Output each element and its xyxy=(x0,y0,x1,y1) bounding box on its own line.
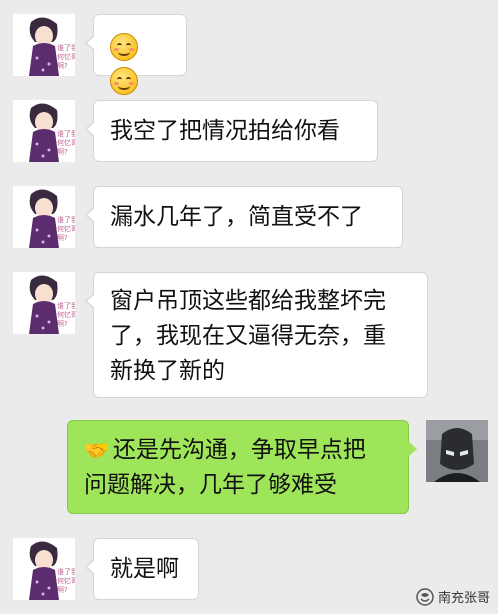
message-text-line: 窗户吊顶这些都给我整坏完 xyxy=(110,288,386,314)
message-text: 我空了把情况拍给你看 xyxy=(110,118,340,144)
svg-text:何忆哥: 何忆哥 xyxy=(57,138,75,147)
chat-screen: { "messages": [ {"side": "left", "type":… xyxy=(0,0,498,614)
svg-text:啊?: 啊? xyxy=(57,234,68,242)
wechat-channel-icon xyxy=(416,587,434,606)
message-text: 就是啊 xyxy=(110,556,179,582)
svg-text:何忆哥: 何忆哥 xyxy=(57,576,75,585)
message-text-line: 了，我现在又逼得无奈，重 xyxy=(110,323,386,349)
contact-avatar[interactable]: 谁了我 何忆哥 啊? xyxy=(13,100,75,162)
message-bubble[interactable]: 我空了把情况拍给你看 xyxy=(85,100,378,162)
message-row: 谁了我 何忆哥 啊? 我空了把情况拍给你看 xyxy=(0,100,498,164)
svg-text:何忆哥: 何忆哥 xyxy=(57,310,75,319)
watermark-text: 南充张哥 xyxy=(437,591,490,606)
smile-emoji-icon xyxy=(110,66,138,95)
message-row: 谁了我 何忆哥 啊? xyxy=(0,14,498,95)
svg-text:谁了我: 谁了我 xyxy=(57,215,75,224)
message-bubble[interactable] xyxy=(85,14,187,95)
svg-text:何忆哥: 何忆哥 xyxy=(57,52,75,61)
message-row: 谁了我 何忆哥 啊? 窗户吊顶这些都给我整坏完 了，我现在又逼得无奈，重 新换了… xyxy=(0,272,498,400)
message-bubble[interactable]: 窗户吊顶这些都给我整坏完 了，我现在又逼得无奈，重 新换了新的 xyxy=(85,272,428,398)
message-text-line: 🤝 还是先沟通，争取早点把 xyxy=(84,433,392,468)
message-text: 漏水几年了，简直受不了 xyxy=(110,204,363,230)
svg-text:谁了我: 谁了我 xyxy=(57,567,75,576)
watermark: 南充张哥 xyxy=(416,587,490,606)
message-text-line: 新换了新的 xyxy=(110,358,225,384)
user-avatar[interactable] xyxy=(426,420,488,482)
handshake-icon: 🤝 xyxy=(84,438,109,462)
svg-text:啊?: 啊? xyxy=(57,148,68,156)
message-bubble[interactable]: 就是啊 xyxy=(85,538,199,600)
contact-avatar[interactable]: 谁了我 何忆哥 啊? xyxy=(13,14,75,76)
svg-text:谁了我: 谁了我 xyxy=(57,301,75,310)
smile-emoji-icon xyxy=(110,32,138,61)
contact-avatar[interactable]: 谁了我 何忆哥 啊? xyxy=(13,186,75,248)
message-row: 🤝 还是先沟通，争取早点把 问题解决，几年了够难受 xyxy=(0,420,498,516)
contact-avatar[interactable]: 谁了我 何忆哥 啊? xyxy=(13,272,75,334)
svg-text:啊?: 啊? xyxy=(57,320,68,328)
message-text-line: 问题解决，几年了够难受 xyxy=(84,472,337,498)
svg-text:何忆哥: 何忆哥 xyxy=(57,224,75,233)
message-row: 谁了我 何忆哥 啊? 漏水几年了，简直受不了 xyxy=(0,186,498,250)
svg-text:啊?: 啊? xyxy=(57,586,68,594)
contact-avatar[interactable]: 谁了我 何忆哥 啊? xyxy=(13,538,75,600)
svg-text:啊?: 啊? xyxy=(57,62,68,70)
svg-text:谁了我: 谁了我 xyxy=(57,129,75,138)
message-bubble[interactable]: 漏水几年了，简直受不了 xyxy=(85,186,403,248)
message-bubble[interactable]: 🤝 还是先沟通，争取早点把 问题解决，几年了够难受 xyxy=(67,420,417,514)
svg-text:谁了我: 谁了我 xyxy=(57,43,75,52)
